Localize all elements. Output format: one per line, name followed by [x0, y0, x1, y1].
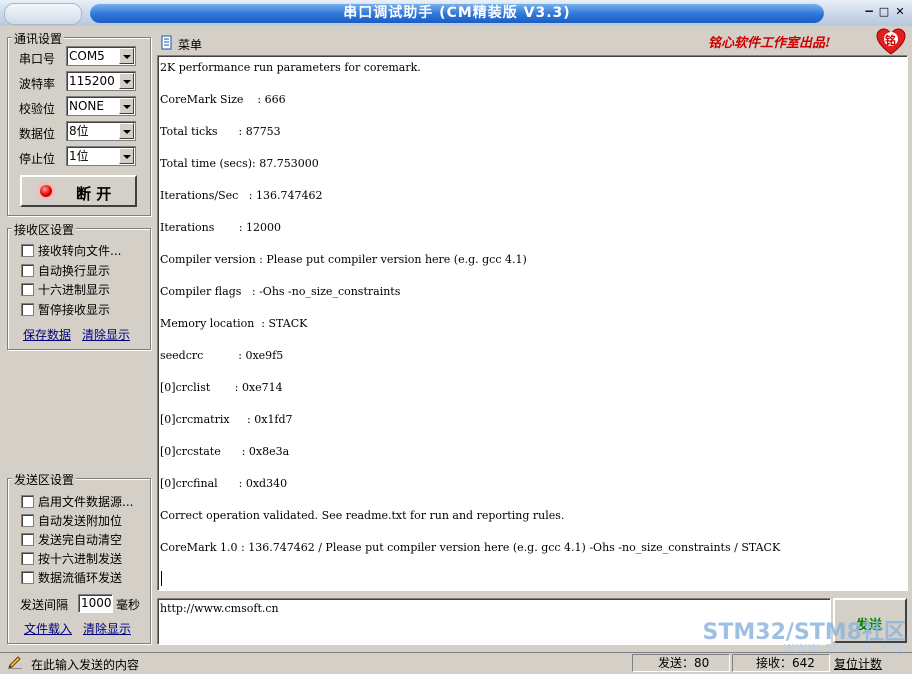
send-interval-unit: 毫秒 [116, 598, 141, 612]
receive-line: Total time (secs): 87.753000 [160, 157, 319, 170]
receive-line: [0]crcmatrix : 0x1fd7 [160, 413, 293, 426]
comm-settings-title: 通讯设置 [12, 30, 65, 47]
receive-lines: 2K performance run parameters for corema… [160, 60, 780, 572]
recv-clear-link[interactable]: 清除显示 [82, 326, 130, 343]
file-load-link[interactable]: 文件载入 [24, 620, 72, 637]
text-cursor [161, 571, 162, 586]
send-clear-link[interactable]: 清除显示 [83, 620, 131, 637]
status-divider [0, 652, 912, 653]
close-button[interactable]: ✕ [893, 5, 907, 19]
receive-line: 2K performance run parameters for corema… [160, 61, 421, 74]
port-select[interactable]: COM5 [66, 46, 136, 66]
send-option-label: 按十六进制发送 [38, 552, 123, 566]
recv-settings-title: 接收区设置 [12, 221, 77, 238]
save-data-link[interactable]: 保存数据 [23, 326, 71, 343]
menu-button[interactable]: 菜单 [178, 36, 202, 53]
recv-option-label: 暂停接收显示 [38, 302, 111, 317]
receive-line: Iterations : 12000 [160, 221, 282, 234]
checkbox[interactable] [21, 571, 34, 584]
receive-line: CoreMark Size : 666 [160, 93, 286, 106]
baud-value: 115200 [69, 74, 115, 88]
baud-select[interactable]: 115200 [66, 71, 136, 91]
send-settings-title: 发送区设置 [12, 471, 77, 488]
heart-logo-icon: 铭 [876, 28, 906, 56]
receive-line: Iterations/Sec : 136.747462 [160, 189, 323, 202]
receive-line: Memory location : STACK [160, 317, 308, 330]
databits-value: 8位 [69, 124, 89, 138]
send-interval-input[interactable]: 1000 [78, 594, 113, 613]
chevron-down-icon[interactable] [119, 98, 134, 114]
send-interval-value: 1000 [81, 596, 112, 610]
checkbox[interactable] [21, 495, 34, 508]
chevron-down-icon[interactable] [119, 48, 134, 64]
receive-line: [0]crclist : 0xe714 [160, 381, 283, 394]
parity-label: 校验位 [19, 102, 56, 116]
receive-line: [0]crcfinal : 0xd340 [160, 477, 288, 490]
stopbits-value: 1位 [69, 149, 89, 163]
receive-line: Compiler flags : -Ohs -no_size_constrain… [160, 285, 401, 298]
checkbox[interactable] [21, 302, 34, 316]
checkbox[interactable] [21, 263, 34, 277]
send-option-label: 数据流循环发送 [38, 571, 123, 585]
send-interval-label: 发送间隔 [20, 598, 69, 612]
checkbox[interactable] [21, 533, 34, 546]
parity-select[interactable]: NONE [66, 96, 136, 116]
databits-label: 数据位 [19, 127, 56, 141]
window-title: 串口调试助手 (CM精装版 V3.3) [343, 5, 571, 21]
recv-counter: 接收：642 [732, 654, 830, 672]
port-label: 串口号 [19, 52, 56, 66]
menu-icon[interactable] [161, 35, 173, 50]
send-option-label: 发送完自动清空 [38, 533, 123, 547]
chevron-down-icon[interactable] [119, 148, 134, 164]
chevron-down-icon[interactable] [119, 73, 134, 89]
receive-line: [0]crcstate : 0x8e3a [160, 445, 290, 458]
recv-option-label: 自动换行显示 [38, 263, 111, 278]
maximize-button[interactable]: □ [877, 5, 891, 19]
reset-count-button[interactable]: 复位计数 [834, 655, 882, 672]
chevron-down-icon[interactable] [119, 123, 134, 139]
brand-text: 铭心软件工作室出品! [708, 36, 831, 51]
minimize-button[interactable]: − [862, 5, 876, 19]
disconnect-label: 断 开 [76, 185, 112, 203]
databits-select[interactable]: 8位 [66, 121, 136, 141]
send-option-label: 启用文件数据源... [38, 495, 134, 509]
receive-line: seedcrc : 0xe9f5 [160, 349, 284, 362]
logo-char: 铭 [885, 34, 896, 47]
receive-line: Total ticks : 87753 [160, 125, 281, 138]
checkbox[interactable] [21, 283, 34, 296]
recv-count-text: 接收：642 [756, 656, 815, 670]
pencil-icon [7, 656, 23, 670]
status-hint: 在此输入发送的内容 [31, 658, 140, 672]
receive-textarea[interactable]: 2K performance run parameters for corema… [157, 55, 908, 591]
receive-line: CoreMark 1.0 : 136.747462 / Please put c… [160, 541, 781, 554]
parity-value: NONE [69, 99, 104, 113]
stopbits-select[interactable]: 1位 [66, 146, 136, 166]
checkbox[interactable] [21, 244, 34, 257]
recv-option-label: 十六进制显示 [38, 283, 111, 297]
checkbox[interactable] [21, 552, 34, 565]
receive-line: Correct operation validated. See readme.… [160, 509, 565, 522]
sent-count-text: 发送：80 [658, 656, 710, 670]
sent-counter: 发送：80 [632, 654, 730, 672]
send-text: http://www.cmsoft.cn [160, 602, 279, 615]
recv-option-label: 接收转向文件... [38, 244, 122, 258]
baud-label: 波特率 [19, 77, 56, 91]
red-led-icon [40, 185, 52, 197]
title-bar-left-ornament [4, 3, 82, 25]
send-option-label: 自动发送附加位 [38, 514, 123, 528]
port-value: COM5 [69, 49, 105, 63]
checkbox[interactable] [21, 514, 34, 527]
receive-line: Compiler version : Please put compiler v… [160, 253, 527, 266]
stopbits-label: 停止位 [19, 152, 56, 166]
disconnect-button[interactable]: 断 开 [20, 175, 137, 207]
